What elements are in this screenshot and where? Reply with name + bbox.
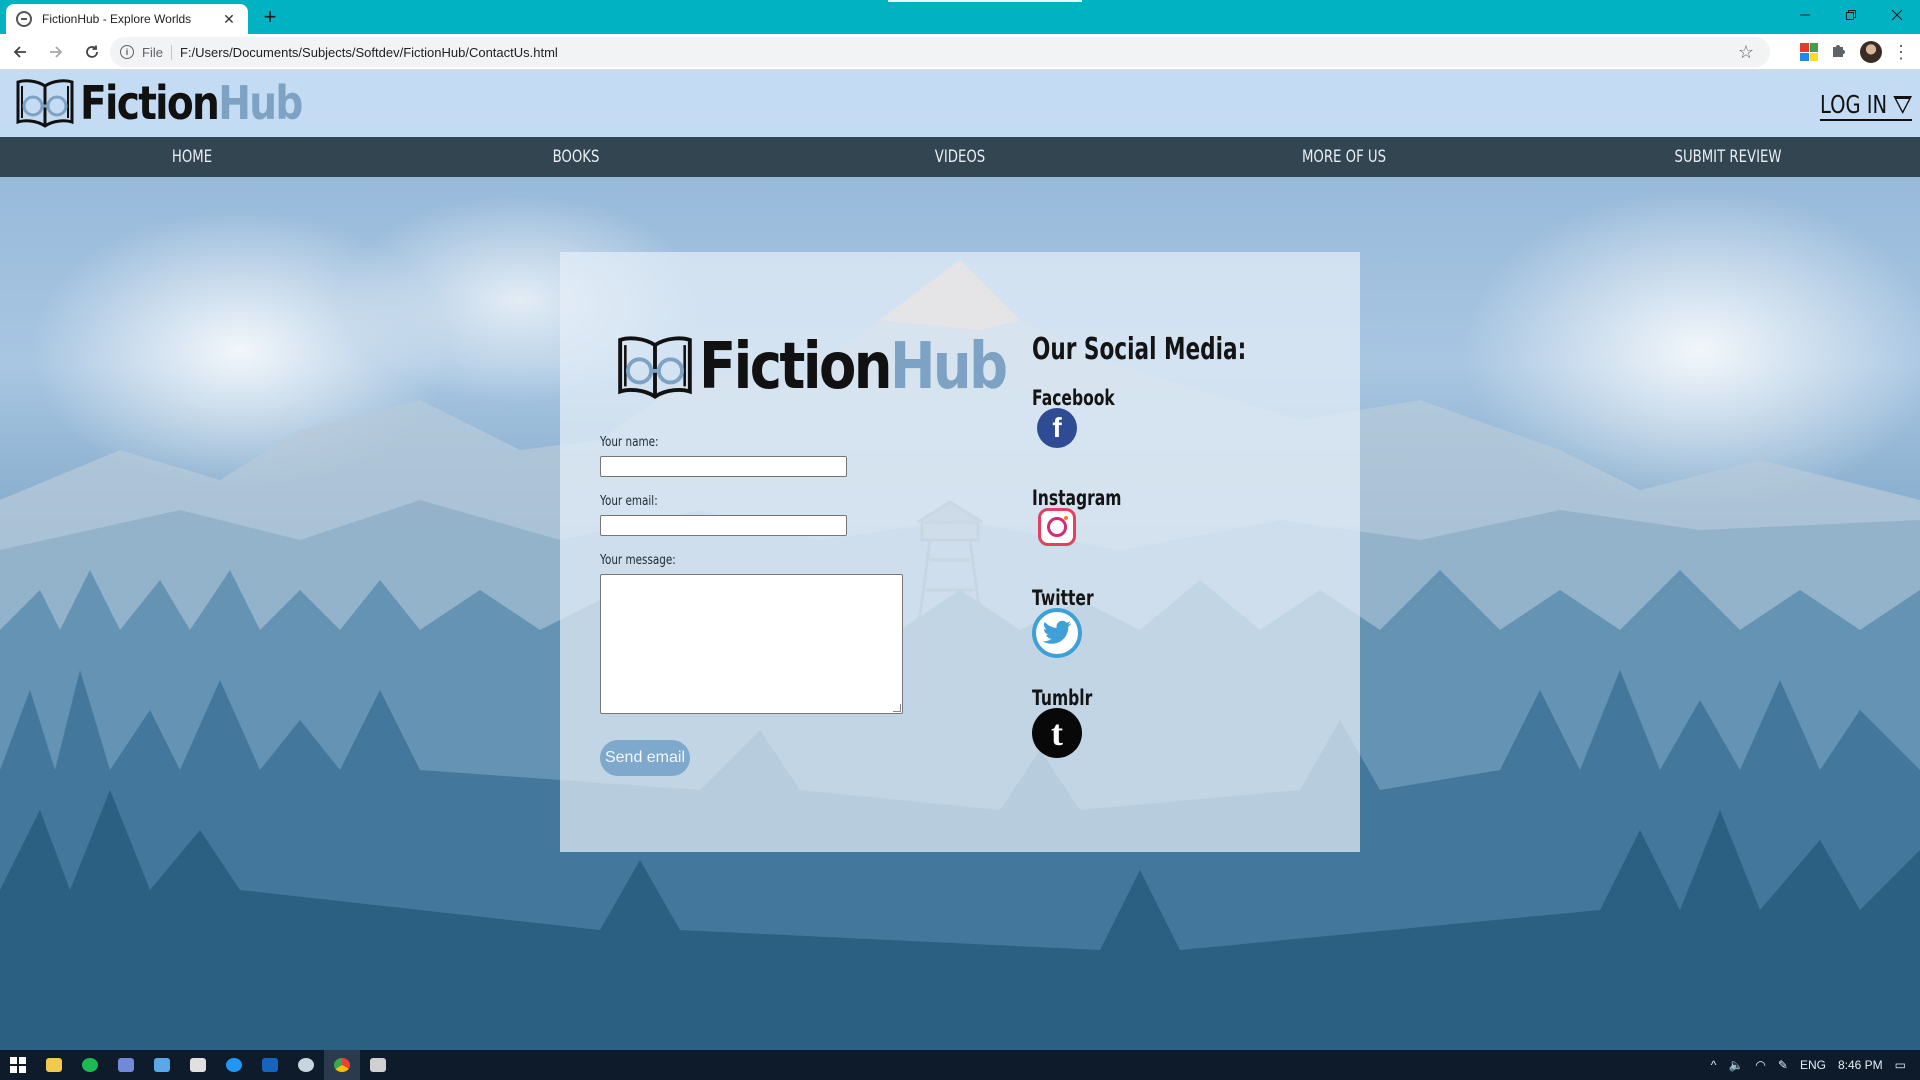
minimize-icon[interactable] [1782,0,1828,30]
url-text[interactable]: F:/Users/Documents/Subjects/Softdev/Fict… [180,45,558,60]
nav-item-videos[interactable]: VIDEOS [935,137,985,177]
pen-icon[interactable]: ✎ [1778,1058,1788,1072]
facebook-label: Facebook [1032,386,1115,410]
wifi-icon[interactable]: ◠ [1755,1058,1765,1072]
login-dropdown[interactable]: LOG IN [1819,90,1912,121]
extensions-puzzle-icon[interactable] [1828,42,1850,63]
tumblr-icon[interactable]: t [1032,708,1082,758]
tumblr-label: Tumblr [1032,686,1093,710]
book-glasses-logo-icon [16,79,74,128]
browser-toolbar: i File F:/Users/Documents/Subjects/Softd… [0,34,1920,70]
tab-close-icon[interactable]: ✕ [220,11,238,28]
system-tray: ^ 🔈 ◠ ✎ ENG 8:46 PM ▭ [1711,1050,1920,1080]
paint-tool-icon[interactable] [144,1050,180,1080]
record-app-icon[interactable] [360,1050,396,1080]
twitter-icon[interactable] [1032,608,1082,658]
dropdown-triangle-icon [1893,95,1912,114]
browser-tab[interactable]: FictionHub - Explore Worlds ✕ [6,4,248,34]
site-logo-wordmark: FictionHub [80,76,303,130]
extensions-area: ⋮ [1800,34,1910,70]
notification-icon[interactable]: ▭ [1895,1058,1906,1072]
bookmark-star-icon[interactable]: ☆ [1738,42,1754,63]
window-controls [1782,0,1920,30]
epic-games-icon[interactable] [180,1050,216,1080]
message-label: Your message: [600,553,676,568]
contact-logo-wordmark: FictionHub [699,330,1008,404]
chevron-up-icon[interactable]: ^ [1711,1058,1717,1072]
nav-item-home[interactable]: HOME [172,137,212,177]
name-input[interactable] [600,456,847,477]
resize-handle-icon[interactable] [893,704,901,712]
profile-avatar[interactable] [1860,41,1882,63]
message-textarea[interactable] [600,574,903,714]
site-info-icon[interactable]: i [120,45,134,59]
twitter-label: Twitter [1032,586,1094,610]
email-input[interactable] [600,515,847,536]
battlenet-icon[interactable] [252,1050,288,1080]
windows-start-icon[interactable] [0,1050,36,1080]
contact-panel: FictionHub Your name: Your email: Your m… [560,252,1360,852]
instagram-icon[interactable] [1038,508,1076,546]
windows-taskbar: ^ 🔈 ◠ ✎ ENG 8:46 PM ▭ [0,1050,1920,1080]
instagram-label: Instagram [1032,486,1122,510]
facebook-icon[interactable]: f [1037,408,1077,448]
address-bar[interactable]: i File F:/Users/Documents/Subjects/Softd… [110,37,1770,67]
window-drag-indicator [888,0,1082,2]
tab-title: FictionHub - Explore Worlds [42,12,192,26]
book-glasses-logo-icon [618,336,692,400]
file-scheme-label: File [142,44,172,60]
language-indicator[interactable]: ENG [1800,1058,1826,1072]
clock[interactable]: 8:46 PM [1838,1058,1883,1072]
file-explorer-icon[interactable] [36,1050,72,1080]
nav-item-books[interactable]: BOOKS [553,137,600,177]
nav-item-more-of-us[interactable]: MORE OF US [1302,137,1386,177]
site-logo[interactable]: FictionHub [14,76,341,130]
reload-icon[interactable] [76,38,108,66]
browser-menu-icon[interactable]: ⋮ [1892,42,1910,63]
office-extension-icon[interactable] [1800,43,1818,61]
spotify-icon[interactable] [72,1050,108,1080]
forward-arrow-icon[interactable] [40,38,72,66]
back-arrow-icon[interactable] [4,38,36,66]
close-window-icon[interactable] [1874,0,1920,30]
login-label: LOG IN [1819,90,1888,119]
browser-tab-strip: FictionHub - Explore Worlds ✕ + [0,0,1920,34]
contact-logo: FictionHub [615,332,1060,402]
restore-icon[interactable] [1828,0,1874,30]
favicon-icon [16,11,32,27]
uplay-icon[interactable] [216,1050,252,1080]
new-tab-button[interactable]: + [258,4,282,30]
chrome-taskbar-icon[interactable] [324,1050,360,1080]
volume-icon[interactable]: 🔈 [1728,1058,1743,1072]
nav-item-submit-review[interactable]: SUBMIT REVIEW [1675,137,1782,177]
social-media-heading: Our Social Media: [1032,332,1247,367]
site-header: FictionHub LOG IN [0,70,1920,137]
steam-icon[interactable] [288,1050,324,1080]
name-label: Your name: [600,435,659,450]
email-label: Your email: [600,494,658,509]
send-email-button[interactable]: Send email [600,740,690,776]
main-nav: HOME BOOKS VIDEOS MORE OF US SUBMIT REVI… [0,137,1920,177]
discord-icon[interactable] [108,1050,144,1080]
page-viewport: FictionHub LOG IN HOME BOOKS VIDEOS MORE… [0,70,1920,1050]
